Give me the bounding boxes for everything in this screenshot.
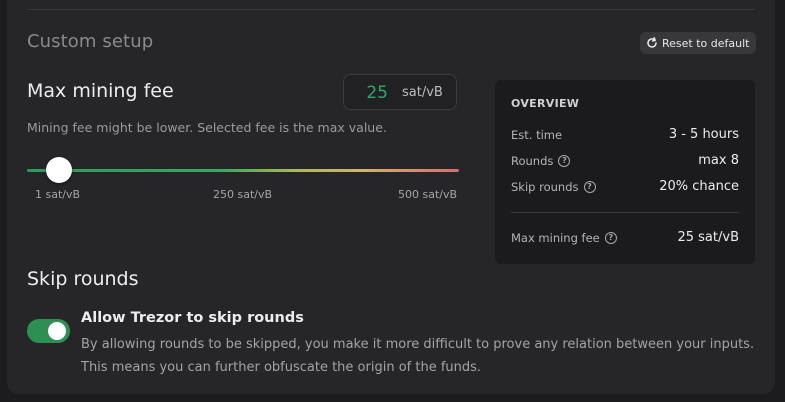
overview-label: Est. time	[511, 127, 563, 142]
overview-row-rounds: Rounds ? max 8	[511, 153, 739, 168]
overview-label: Skip rounds	[511, 179, 579, 194]
overview-divider	[511, 212, 739, 213]
max-fee-input[interactable]: 25 sat/vB	[343, 74, 457, 110]
skip-rounds-toggle[interactable]	[27, 319, 70, 343]
section-title: Custom setup	[27, 31, 154, 52]
overview-title: OVERVIEW	[511, 97, 580, 110]
overview-value: 3 - 5 hours	[668, 127, 739, 142]
skip-rounds-label: Allow Trezor to skip rounds	[81, 310, 304, 326]
fee-slider-thumb[interactable]	[46, 157, 72, 183]
slider-min-label: 1 sat/vB	[35, 188, 81, 201]
overview-value: 20% chance	[659, 179, 739, 194]
slider-max-label: 500 sat/vB	[398, 188, 458, 201]
overview-row-skip-rounds: Skip rounds ? 20% chance	[511, 179, 739, 194]
skip-rounds-title: Skip rounds	[27, 268, 139, 290]
skip-rounds-description: By allowing rounds to be skipped, you ma…	[81, 337, 755, 375]
question-circle-icon[interactable]: ?	[604, 231, 617, 244]
reset-to-default-button[interactable]: Reset to default	[640, 32, 757, 54]
overview-row-max-fee: Max mining fee ? 25 sat/vB	[511, 230, 739, 245]
slider-mid-label: 250 sat/vB	[213, 188, 273, 201]
overview-panel: OVERVIEW Est. time 3 - 5 hours Rounds ? …	[495, 80, 755, 264]
fee-slider-track[interactable]	[27, 169, 459, 172]
overview-label: Max mining fee	[511, 230, 600, 245]
overview-value: 25 sat/vB	[677, 230, 739, 245]
max-fee-unit: sat/vB	[402, 85, 443, 100]
overview-row-est-time: Est. time 3 - 5 hours	[511, 127, 739, 142]
question-circle-icon[interactable]: ?	[558, 154, 571, 167]
overview-label: Rounds	[511, 153, 554, 168]
max-fee-value[interactable]: 25	[344, 83, 388, 103]
max-mining-fee-title: Max mining fee	[27, 80, 174, 102]
coinjoin-custom-setup-card: Custom setup Reset to default Max mining…	[7, 0, 775, 394]
refresh-icon	[646, 37, 658, 49]
reset-button-label: Reset to default	[662, 36, 750, 50]
overview-value: max 8	[698, 153, 739, 168]
question-circle-icon[interactable]: ?	[583, 180, 596, 193]
toggle-knob	[48, 322, 66, 340]
max-fee-hint: Mining fee might be lower. Selected fee …	[27, 120, 387, 135]
top-divider	[27, 9, 755, 10]
